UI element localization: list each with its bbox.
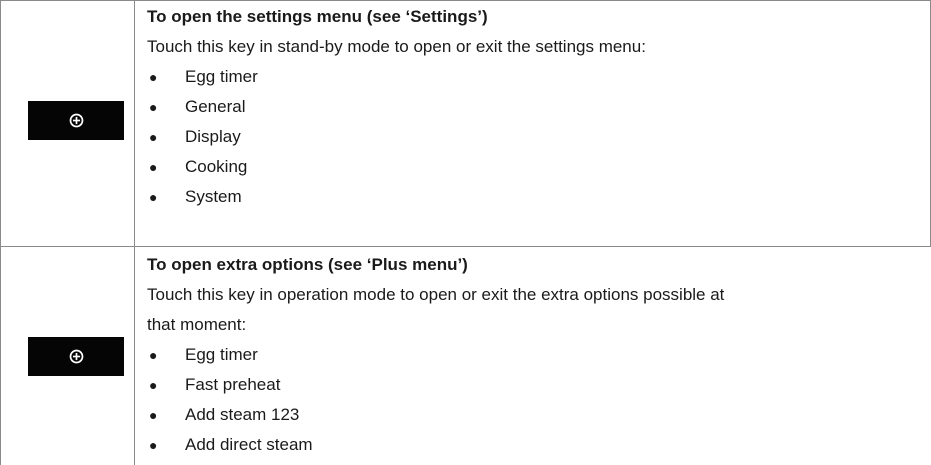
plus-menu-list: ● Egg timer ● Fast preheat ● Add steam 123 … — [147, 340, 907, 460]
list-item: ● Cooking — [147, 152, 907, 182]
list-item: ● General — [147, 92, 907, 122]
table-row-divider — [0, 246, 931, 247]
plus-menu-heading: To open extra options (see ‘Plus menu’) — [147, 255, 468, 274]
list-item: ● Egg timer — [147, 62, 907, 92]
table-top-border — [0, 0, 931, 1]
bullet-icon: ● — [149, 437, 158, 453]
list-item: ● Add steam 123 — [147, 400, 907, 430]
plus-circle-icon — [69, 349, 83, 364]
bullet-icon: ● — [149, 99, 158, 115]
bullet-icon: ● — [149, 129, 158, 145]
bullet-icon: ● — [149, 159, 158, 175]
plus-circle-icon — [69, 113, 83, 128]
table-left-border — [0, 0, 1, 465]
settings-description-cell: To open the settings menu (see ‘Settings… — [147, 2, 907, 212]
settings-menu-list: ● Egg timer ● General ● Display ● Cooking ● S… — [147, 62, 907, 212]
list-item: ● Add direct steam — [147, 430, 907, 460]
bullet-icon: ● — [149, 189, 158, 205]
table-column-divider — [134, 0, 135, 465]
settings-heading: To open the settings menu (see ‘Settings… — [147, 7, 488, 26]
bullet-icon: ● — [149, 69, 158, 85]
settings-description: Touch this key in stand-by mode to open … — [147, 37, 646, 56]
list-item: ● Fast preheat — [147, 370, 907, 400]
list-item: ● System — [147, 182, 907, 212]
settings-key-button[interactable] — [28, 101, 124, 140]
plus-menu-description-cell: To open extra options (see ‘Plus menu’) … — [147, 250, 907, 460]
bullet-icon: ● — [149, 347, 158, 363]
plus-menu-description-line-2: that moment: — [147, 315, 247, 334]
bullet-icon: ● — [149, 407, 158, 423]
plus-menu-key-button[interactable] — [28, 337, 124, 376]
list-item: ● Egg timer — [147, 340, 907, 370]
list-item: ● Display — [147, 122, 907, 152]
bullet-icon: ● — [149, 377, 158, 393]
plus-menu-description-line-1: Touch this key in operation mode to open… — [147, 285, 725, 304]
